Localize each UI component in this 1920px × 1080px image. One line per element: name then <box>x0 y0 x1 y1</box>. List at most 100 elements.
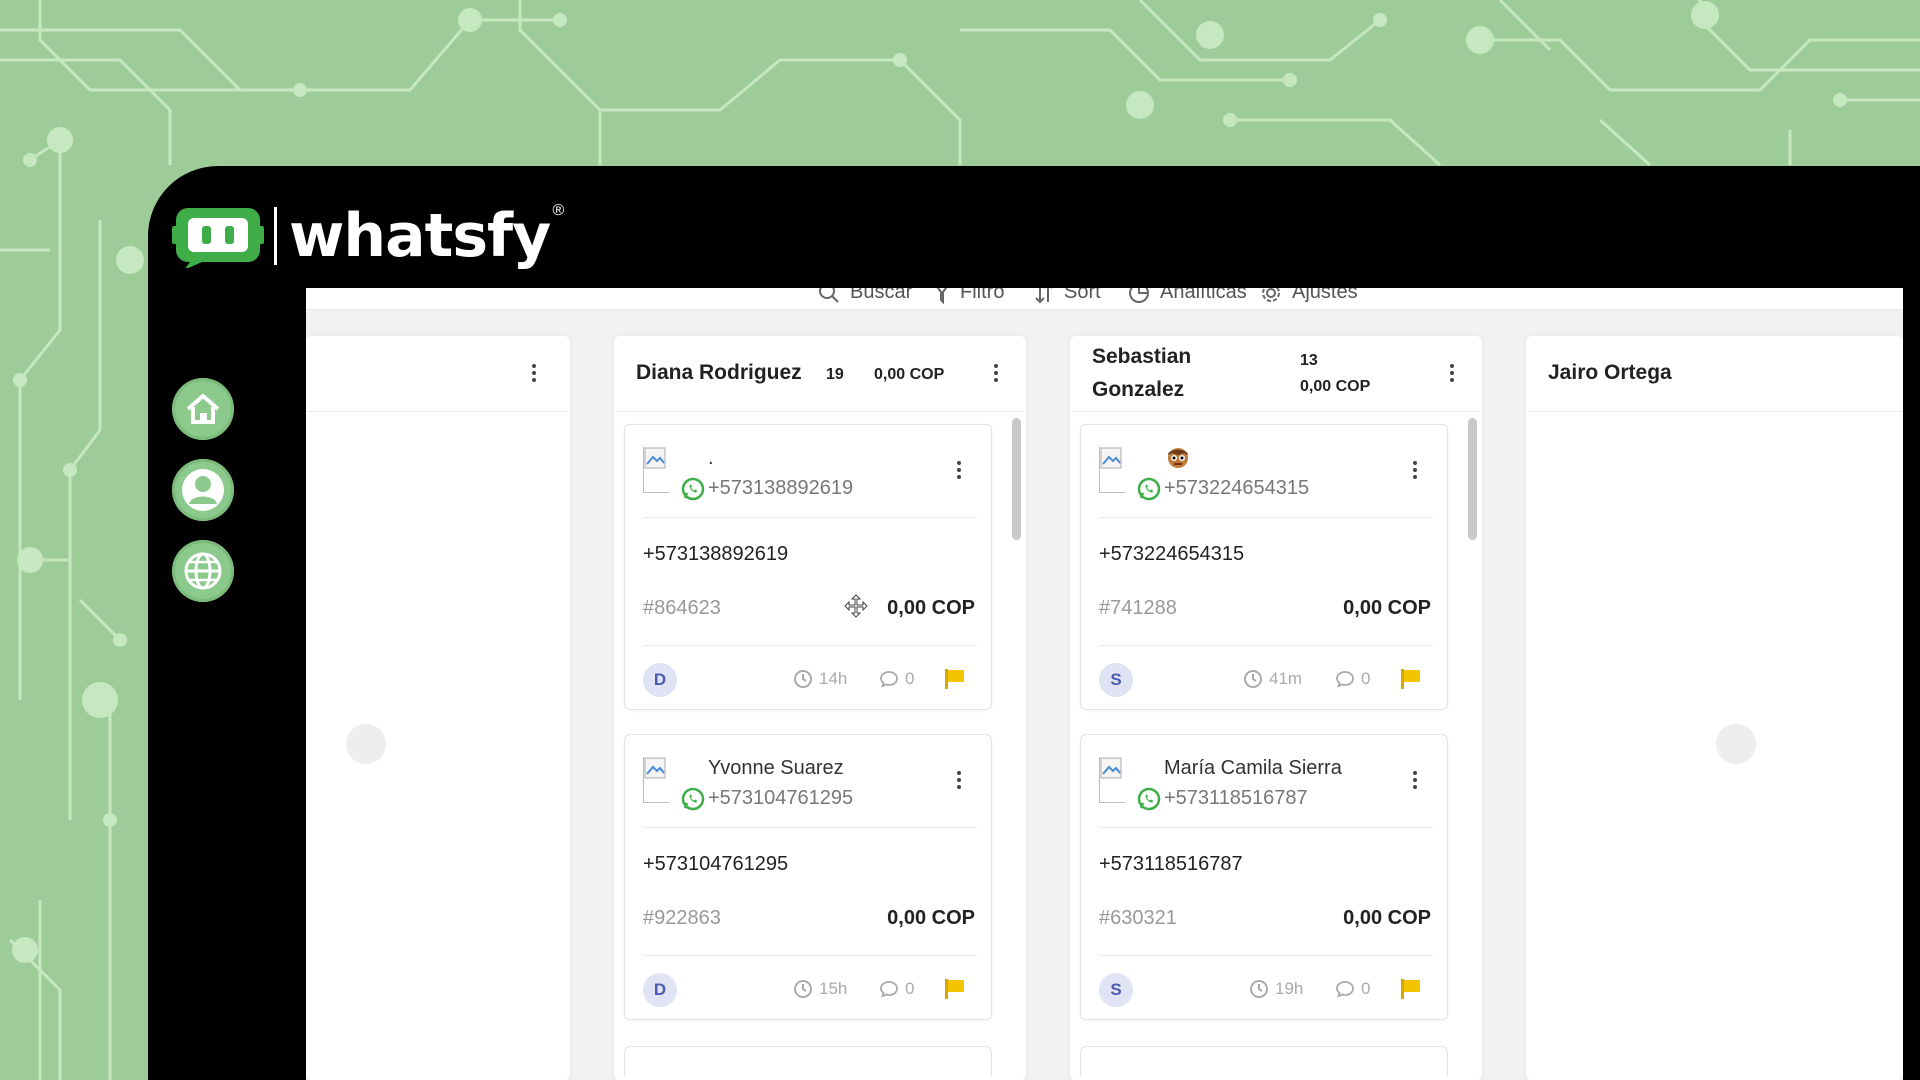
time-value: 15h <box>819 979 848 998</box>
card-menu-button[interactable] <box>1403 455 1427 485</box>
nav-profile-button[interactable] <box>172 459 234 521</box>
home-icon <box>186 394 220 424</box>
column-scrollbar[interactable] <box>1468 418 1477 540</box>
app-frame: whatsfy ® Buscar Filtro Sort Analíticas … <box>148 166 1920 1080</box>
message-count: 0 <box>879 669 914 689</box>
clock-icon <box>1250 980 1268 998</box>
divider <box>1099 955 1433 956</box>
whatsapp-icon <box>681 787 705 811</box>
whatsapp-number: +573118516787 <box>1164 787 1308 809</box>
whatsapp-icon <box>681 477 705 501</box>
broken-image-icon <box>1100 447 1122 469</box>
card-menu-button[interactable] <box>947 765 971 795</box>
side-nav <box>172 378 234 621</box>
brand-name: whatsfy <box>289 201 551 271</box>
column-menu-button[interactable] <box>522 358 546 388</box>
broken-image-icon <box>644 447 666 469</box>
kanban-column-diana: Diana Rodriguez 19 0,00 COP . +573138892… <box>614 336 1026 1080</box>
sort-icon <box>1035 288 1052 303</box>
message-count-value: 0 <box>905 979 915 998</box>
analytics-button[interactable]: Analíticas <box>1128 288 1247 304</box>
whatsapp-number: +573104761295 <box>708 787 854 809</box>
whatsapp-number: +573224654315 <box>1164 477 1310 499</box>
comment-icon <box>880 671 898 688</box>
column-title: Jairo Ortega <box>1548 361 1672 384</box>
nav-web-button[interactable] <box>172 540 234 602</box>
elapsed-time: 14h <box>793 669 847 689</box>
face-emoji-icon <box>1168 448 1188 468</box>
column-header: Jairo Ortega <box>1526 336 1903 412</box>
flag-icon[interactable] <box>943 667 967 691</box>
kanban-column <box>306 336 570 1080</box>
column-title-line1: Sebastian <box>1092 345 1192 368</box>
whatsapp-icon <box>1137 477 1161 501</box>
message-count-value: 0 <box>905 669 915 688</box>
divider <box>1099 645 1433 646</box>
divider <box>643 827 977 828</box>
sort-label: Sort <box>1064 288 1101 303</box>
lead-card-partial[interactable] <box>1080 1046 1448 1076</box>
card-menu-button[interactable] <box>947 455 971 485</box>
lead-card-partial[interactable] <box>624 1046 992 1076</box>
message-count-value: 0 <box>1361 669 1371 688</box>
lead-card[interactable]: Yvonne Suarez +573104761295 +57310476129… <box>624 734 992 1020</box>
clock-icon <box>794 670 812 688</box>
column-total: 0,00 COP <box>1300 378 1371 395</box>
settings-button[interactable]: Ajustes <box>1260 288 1358 304</box>
filter-label: Filtro <box>960 288 1005 303</box>
column-title-line2: Gonzalez <box>1092 378 1185 401</box>
flag-icon[interactable] <box>1399 667 1423 691</box>
contact-phone: +573104761295 <box>643 853 789 875</box>
contact-avatar <box>643 447 669 493</box>
column-menu-button[interactable] <box>1440 358 1464 388</box>
divider <box>643 645 977 646</box>
loading-indicator <box>346 724 386 764</box>
message-count: 0 <box>1335 979 1370 999</box>
lead-amount: 0,00 COP <box>1343 597 1431 619</box>
time-value: 41m <box>1269 669 1303 688</box>
column-header: Sebastian Gonzalez 13 0,00 COP <box>1070 336 1482 412</box>
nav-home-button[interactable] <box>172 378 234 440</box>
flag-icon[interactable] <box>1399 977 1423 1001</box>
flag-icon[interactable] <box>943 977 967 1001</box>
lead-card[interactable]: María Camila Sierra +573118516787 +57311… <box>1080 734 1448 1020</box>
elapsed-time: 41m <box>1243 669 1302 689</box>
column-count: 19 <box>826 366 844 383</box>
lead-amount: 0,00 COP <box>887 597 975 619</box>
filter-button[interactable]: Filtro <box>934 288 1004 304</box>
column-total: 0,00 COP <box>874 366 945 383</box>
user-icon <box>182 469 224 511</box>
lead-card[interactable]: +573224654315 +573224654315 #741288 0,00… <box>1080 424 1448 710</box>
contact-avatar <box>1099 447 1125 493</box>
analytics-label: Analíticas <box>1160 288 1247 303</box>
kanban-column-sebastian: Sebastian Gonzalez 13 0,00 COP +57322465… <box>1070 336 1482 1080</box>
contact-name: Yvonne Suarez <box>708 757 844 779</box>
agent-avatar: S <box>1099 663 1133 697</box>
clock-icon <box>1244 670 1262 688</box>
column-menu-button[interactable] <box>984 358 1008 388</box>
sort-button[interactable]: Sort <box>1034 288 1101 304</box>
contact-name: María Camila Sierra <box>1164 757 1342 779</box>
column-scrollbar[interactable] <box>1012 418 1021 540</box>
broken-image-icon <box>644 757 666 779</box>
column-header: Diana Rodriguez 19 0,00 COP <box>614 336 1026 412</box>
message-count: 0 <box>1335 669 1370 689</box>
comment-icon <box>880 981 898 998</box>
agent-avatar: D <box>643 663 677 697</box>
lead-amount: 0,00 COP <box>1343 907 1431 929</box>
whatsfy-logo-icon <box>172 208 264 268</box>
search-icon <box>819 288 839 303</box>
analytics-icon <box>1129 288 1149 303</box>
divider <box>643 955 977 956</box>
kanban-board: Buscar Filtro Sort Analíticas Ajustes Di… <box>306 288 1903 1080</box>
search-label: Buscar <box>850 288 913 303</box>
search-button[interactable]: Buscar <box>818 288 912 304</box>
card-menu-button[interactable] <box>1403 765 1427 795</box>
lead-card[interactable]: . +573138892619 +573138892619 #864623 0,… <box>624 424 992 710</box>
lead-id: #922863 <box>643 907 721 929</box>
elapsed-time: 15h <box>793 979 847 999</box>
agent-avatar: S <box>1099 973 1133 1007</box>
contact-phone: +573118516787 <box>1099 853 1243 875</box>
lead-id: #630321 <box>1099 907 1177 929</box>
board-toolbar: Buscar Filtro Sort Analíticas Ajustes <box>306 288 1903 310</box>
